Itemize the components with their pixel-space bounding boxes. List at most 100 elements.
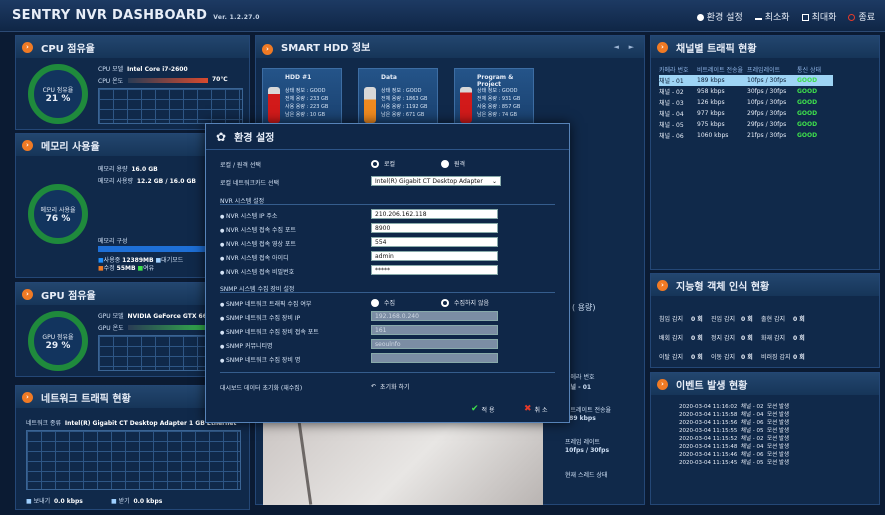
obj-count: 0 회 [793,354,805,361]
table-row[interactable]: 채널 - 01 189 kbps 10fps / 30fps GOOD [659,75,833,86]
chevron-right-icon: › [657,279,668,291]
nvr-password-input[interactable]: ***** [371,265,498,275]
list-item[interactable]: 2020-03-04 11:15:58 채널 - 04 모션 발생 [679,411,789,419]
channel-title: 채널별 트래픽 현황 [676,43,757,55]
chevron-right-icon: › [22,391,33,403]
list-item[interactable]: 2020-03-04 11:15:48 채널 - 04 모션 발생 [679,443,789,451]
chevron-right-icon: › [22,41,33,53]
cell: 126 kbps [697,99,725,106]
table-row[interactable]: 채널 - 04 977 kbps 29fps / 30fps GOOD [659,108,833,119]
next-page-icon[interactable]: ► [629,43,634,51]
cell: 1060 kbps [697,132,729,139]
nvr-id-input[interactable]: admin [371,251,498,261]
nvr-ip-label: NVR 시스템 IP 주소 [220,211,277,220]
legend-modified: 수정 [103,265,115,272]
cpu-title: CPU 점유율 [41,43,95,55]
mode-remote-radio[interactable]: 원격 [441,159,465,168]
cpu-model: Intel Core i7-2600 [126,66,188,73]
nvr-port-input[interactable]: 8900 [371,223,498,233]
cpu-history-graph [98,88,243,124]
events-panel: › 이벤트 발생 현황 2020-03-04 11:16:02 채널 - 02 모… [650,372,880,505]
hdd-line: 사용 용량 : 857 GB [477,104,521,110]
objects-grid: 침입 감지 0 회 진입 감지 0 회 출현 감지 0 회 배회 감지 0 회 정지 감지 0 … [659,314,869,361]
list-item[interactable]: 2020-03-04 11:15:45 채널 - 05 모션 발생 [679,459,789,467]
maximize-button[interactable]: 최대화 [801,10,836,23]
channel-panel: › 채널별 트래픽 현황 카메라 번호 비트레이트 전송율 프레임레이트 통신 상태 채… [650,35,880,270]
gpu-gauge: GPU 점유율 29 % [28,311,88,371]
reset-label: 대시보드 데이터 초기화 (재수집) [220,385,303,392]
cell: 채널 - 04 [659,111,684,118]
gear-icon: ✿ [216,129,227,144]
obj-label: 비러징 감지 [761,354,791,361]
gpu-usage-bar [128,325,208,330]
obj-label: 진입 감지 [711,316,735,323]
snmp-port-input[interactable]: 161 [371,325,498,335]
snmp-on-radio[interactable]: 수집 [371,298,395,307]
snmp-name-input[interactable] [371,353,498,363]
nvr-vport-label: NVR 시스템 접속 영상 포트 [220,239,296,248]
cancel-label: 취 소 [534,406,548,414]
snmp-off-radio[interactable]: 수집하지 않음 [441,298,489,307]
memory-layout-label: 메모리 구성 [98,238,128,245]
obj-count: 0 회 [741,335,753,342]
mode-label: 로컬 / 원격 선택 [220,162,261,169]
hdd-line: 전체 용량 : 233 GB [285,96,329,102]
obj-count: 0 회 [691,335,703,342]
nvr-id-label: NVR 시스템 접속 아이디 [220,253,289,262]
cell: 채널 - 06 [659,133,684,140]
list-item[interactable]: 2020-03-04 11:15:52 채널 - 02 모션 발생 [679,435,789,443]
cancel-button[interactable]: ✖ 취 소 [524,404,548,414]
status-cell: GOOD [797,99,818,106]
channel-table: 카메라 번호 비트레이트 전송율 프레임레이트 통신 상태 채널 - 01 189 kb… [659,64,833,141]
table-row[interactable]: 채널 - 02 958 kbps 30fps / 30fps GOOD [659,86,833,97]
memory-gauge: 메모리 사용율 76 % [28,184,88,244]
hdd-line: 상태 정보 : GOOD [285,88,326,94]
list-item[interactable]: 2020-03-04 11:15:56 채널 - 06 모션 발생 [679,419,789,427]
gpu-temp-label: GPU 온도 [98,325,124,332]
hdd-line: 남은 용량 : 671 GB [381,112,425,118]
hdd-name: HDD #1 [285,74,312,81]
apply-button[interactable]: ✔ 적 용 [471,404,495,414]
obj-count: 0 회 [741,316,753,323]
minimize-button[interactable]: 최소화 [754,10,790,23]
list-item[interactable]: 2020-03-04 11:15:55 채널 - 05 모션 발생 [679,427,789,435]
cell: 29fps / 30fps [747,121,787,128]
nvr-video-port-input[interactable]: 554 [371,237,498,247]
app-title: SENTRY NVR DASHBOARD Ver. 1.2.27.0 [12,8,260,23]
hdd-name: Program & Project [477,74,514,88]
cpu-temp-bar [128,78,208,83]
prev-page-icon[interactable]: ◄ [613,43,618,51]
reset-button-label: 초기화 하기 [380,384,410,391]
memory-cap-label: 메모리 용량 [98,166,128,173]
close-button[interactable]: 종료 [848,10,875,23]
memory-percent: 76 % [45,213,71,224]
snmp-port-label: SNMP 네트워크 수집 장비 접속 포트 [220,327,319,336]
events-list: 2020-03-04 11:16:02 채널 - 02 모션 발생 2020-0… [679,403,789,467]
obj-label: 화재 감지 [761,335,785,342]
mode-local-radio[interactable]: 로컬 [371,159,395,168]
nic-select[interactable]: Intel(R) Gigabit CT Desktop Adapter ⌄ [371,176,501,186]
hdd-line: 상태 정보 : GOOD [477,88,518,94]
snmp-community-input[interactable]: seoulnfo [371,339,498,349]
snmp-ip-input[interactable]: 192.168.0.240 [371,311,498,321]
settings-button[interactable]: 환경 설정 [696,10,743,23]
list-item[interactable]: 2020-03-04 11:15:46 채널 - 06 모션 발생 [679,451,789,459]
reset-button[interactable]: ↶ 초기화 하기 [371,382,410,391]
col-header: 프레임레이트 [747,67,781,74]
network-graph [26,430,241,490]
gpu-percent: 29 % [45,340,71,351]
table-row[interactable]: 채널 - 05 975 kbps 29fps / 30fps GOOD [659,119,833,130]
snmp-off-label: 수집하지 않음 [454,300,490,307]
hdd-line: 남은 용량 : 10 GB [285,112,326,118]
table-row[interactable]: 채널 - 03 126 kbps 10fps / 30fps GOOD [659,97,833,108]
table-row[interactable]: 채널 - 06 1060 kbps 21fps / 30fps GOOD [659,130,833,141]
chevron-right-icon: › [22,288,33,300]
chevron-right-icon: › [657,41,668,53]
dialog-title: 환경 설정 [234,133,275,144]
nvr-ip-input[interactable]: 210.206.162.118 [371,209,498,219]
cpu-model-label: CPU 모델 [98,66,124,73]
list-item[interactable]: 2020-03-04 11:16:02 채널 - 02 모션 발생 [679,403,789,411]
close-icon: ✖ [524,404,532,414]
events-title: 이벤트 발생 현황 [676,380,748,392]
cpu-panel: › CPU 점유율 CPU 점유율 21 % CPU 모델 Intel Core i… [15,35,250,130]
